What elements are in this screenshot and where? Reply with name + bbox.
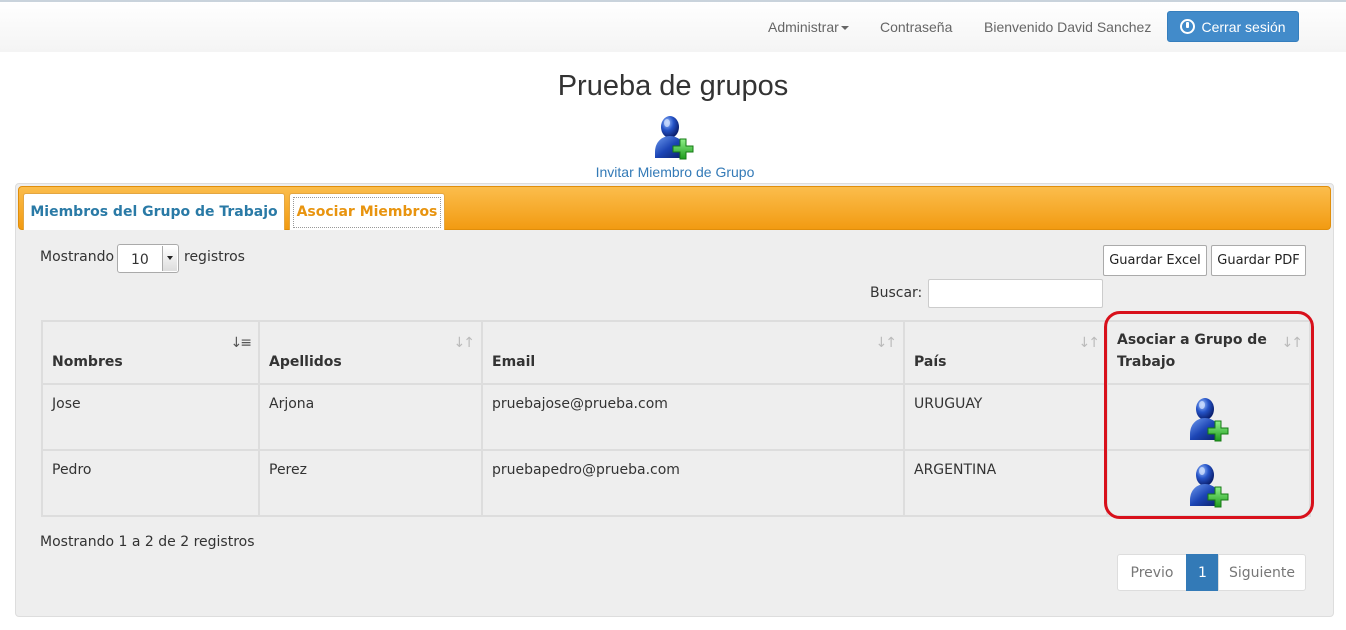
- focus-outline: [293, 197, 441, 228]
- invite-member-link[interactable]: Invitar Miembro de Grupo: [0, 164, 1346, 180]
- column-label: País: [914, 354, 947, 370]
- table-row: Jose Arjona pruebajose@prueba.com URUGUA…: [41, 383, 1311, 451]
- sort-icon: ↓↑: [875, 335, 898, 351]
- records-label: registros: [184, 249, 245, 265]
- page-size-value: 10: [131, 252, 149, 268]
- column-label: Apellidos: [269, 354, 342, 370]
- sort-icon: ↓↑: [453, 335, 476, 351]
- pagination-previous[interactable]: Previo: [1117, 554, 1187, 591]
- column-label: Asociar a Grupo de Trabajo: [1117, 332, 1267, 370]
- add-user-icon[interactable]: [1187, 395, 1231, 443]
- admin-menu-label: Administrar: [768, 19, 839, 35]
- admin-menu[interactable]: Administrar: [768, 19, 849, 35]
- sort-icon: ↓↑: [1078, 335, 1101, 351]
- logout-label: Cerrar sesión: [1201, 18, 1286, 35]
- column-header-email[interactable]: ↓↑ Email: [481, 320, 905, 385]
- sort-asc-icon: ↓≡: [230, 335, 253, 351]
- cell-pais: URUGUAY: [903, 383, 1108, 451]
- cell-asociar: [1106, 383, 1311, 451]
- invite-member-icon[interactable]: [652, 113, 696, 161]
- table-row: Pedro Perez pruebapedro@prueba.com ARGEN…: [41, 449, 1311, 517]
- cell-email: pruebajose@prueba.com: [481, 383, 905, 451]
- members-table: ↓≡ Nombres ↓↑ Apellidos ↓↑ Email ↓↑ País ↓↑ A…: [41, 320, 1311, 517]
- save-excel-button[interactable]: Guardar Excel: [1103, 245, 1207, 276]
- cell-apellidos: Arjona: [258, 383, 483, 451]
- cell-asociar: [1106, 449, 1311, 517]
- pagination: Previo 1 Siguiente: [1117, 554, 1306, 591]
- pagination-page-1[interactable]: 1: [1186, 554, 1219, 591]
- tab-group-members[interactable]: Miembros del Grupo de Trabajo: [23, 193, 285, 230]
- cell-email: pruebapedro@prueba.com: [481, 449, 905, 517]
- add-user-icon[interactable]: [1187, 461, 1231, 509]
- page-size-label: Mostrando: [40, 249, 115, 265]
- table-header-row: ↓≡ Nombres ↓↑ Apellidos ↓↑ Email ↓↑ País ↓↑ A…: [41, 320, 1311, 385]
- tab-bar: Miembros del Grupo de Trabajo Asociar Mi…: [18, 186, 1331, 230]
- logout-button[interactable]: Cerrar sesión: [1167, 11, 1299, 42]
- page-size-select[interactable]: 10: [117, 244, 179, 273]
- power-icon: [1180, 19, 1196, 34]
- column-header-apellidos[interactable]: ↓↑ Apellidos: [258, 320, 483, 385]
- save-pdf-button[interactable]: Guardar PDF: [1211, 245, 1306, 276]
- column-label: Nombres: [52, 354, 123, 370]
- column-header-asociar[interactable]: ↓↑ Asociar a Grupo de Trabajo: [1106, 320, 1311, 385]
- column-header-pais[interactable]: ↓↑ País: [903, 320, 1108, 385]
- top-navbar: Administrar Contraseña Bienvenido David …: [0, 0, 1346, 52]
- main-panel: Miembros del Grupo de Trabajo Asociar Mi…: [15, 183, 1334, 617]
- cell-pais: ARGENTINA: [903, 449, 1108, 517]
- password-link[interactable]: Contraseña: [880, 19, 952, 35]
- search-input[interactable]: [928, 279, 1103, 308]
- pagination-next[interactable]: Siguiente: [1218, 554, 1306, 591]
- search-label: Buscar:: [870, 285, 923, 301]
- cell-nombres: Pedro: [41, 449, 260, 517]
- column-label: Email: [492, 354, 536, 370]
- welcome-text: Bienvenido David Sanchez: [984, 19, 1152, 35]
- tab-associate-members[interactable]: Asociar Miembros: [289, 193, 445, 230]
- cell-apellidos: Perez: [258, 449, 483, 517]
- tab-group-members-label: Miembros del Grupo de Trabajo: [30, 204, 278, 220]
- dropdown-arrow-icon: [162, 246, 177, 271]
- caret-down-icon: [840, 26, 849, 31]
- page-title: Prueba de grupos: [557, 70, 789, 102]
- sort-icon: ↓↑: [1281, 335, 1304, 351]
- cell-nombres: Jose: [41, 383, 260, 451]
- column-header-nombres[interactable]: ↓≡ Nombres: [41, 320, 260, 385]
- table-info: Mostrando 1 a 2 de 2 registros: [40, 534, 255, 550]
